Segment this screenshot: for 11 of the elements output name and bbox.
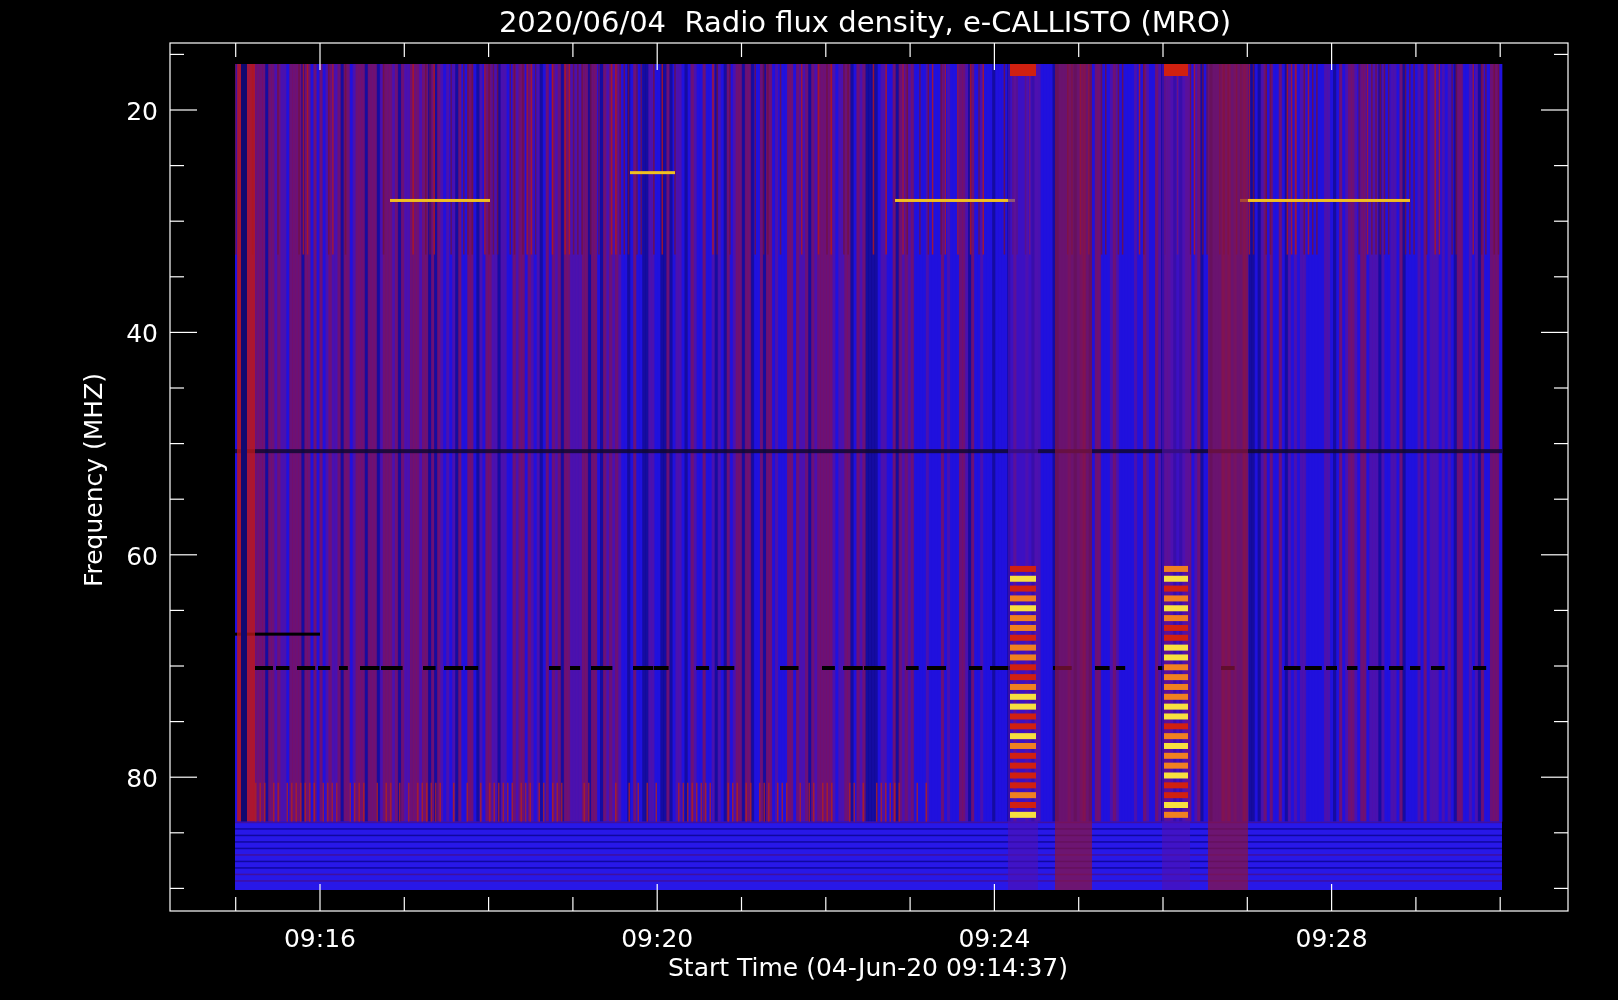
y-tick-label: 60: [126, 541, 158, 571]
x-axis-label: Start Time (04-Jun-20 09:14:37): [668, 953, 1068, 982]
chart-title: 2020/06/04 Radio flux density, e-CALLISTO (MRO): [498, 5, 1232, 39]
x-tick-label: 09:16: [284, 924, 356, 953]
y-tick-label: 20: [126, 97, 158, 126]
x-tick-label: 09:24: [958, 924, 1031, 953]
x-tick-label: 09:20: [621, 924, 694, 953]
x-tick-label: 09:28: [1295, 924, 1368, 953]
y-tick-label: 40: [126, 319, 158, 349]
y-tick-label: 80: [126, 764, 158, 794]
y-axis-label: Frequency (MHZ): [79, 372, 108, 588]
